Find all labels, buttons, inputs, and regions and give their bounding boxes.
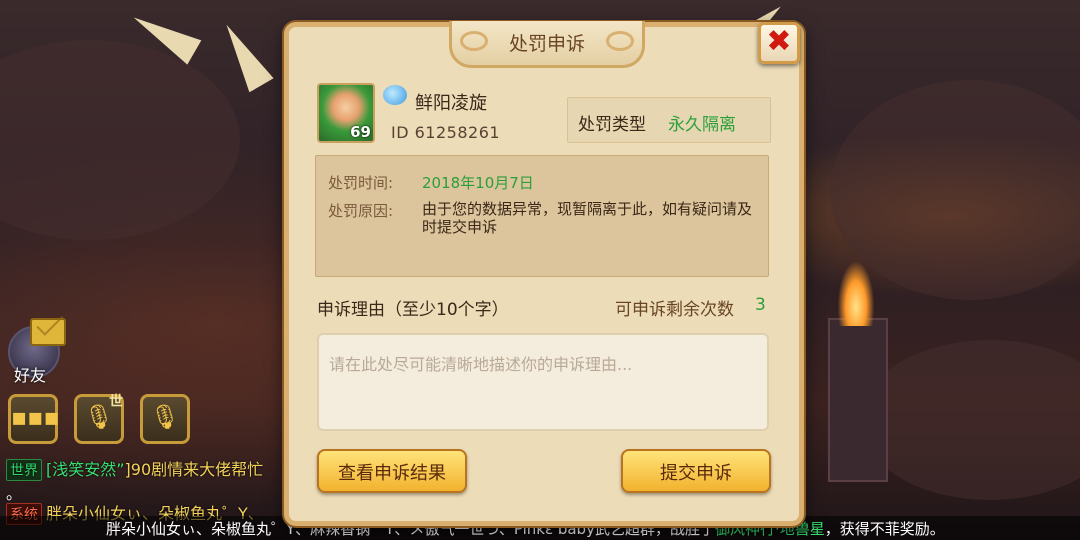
player-name: 鲜阳凌旋 [415, 93, 487, 114]
close-button[interactable]: ✖ [758, 22, 800, 64]
submit-appeal-button[interactable]: 提交申诉 [621, 449, 771, 493]
penalty-reason-value: 由于您的数据异常，现暂隔离于此，如有疑问请及时提交申诉 [422, 200, 753, 236]
mail-icon[interactable] [30, 318, 66, 346]
remaining-appeals-label: 可申诉剩余次数 [615, 300, 734, 320]
microphone-flag-icon: 🎙 [149, 403, 181, 431]
player-avatar: 69 [317, 83, 375, 143]
player-level: 69 [350, 123, 371, 141]
torch-flame [838, 262, 874, 326]
appeal-reason-placeholder: 请在此处尽可能清晰地描述你的申诉理由... [329, 355, 633, 374]
remaining-appeals-count: 3 [755, 295, 766, 315]
chat-line: 世界 [浅笑安然”]90剧情来大佬帮忙 [6, 456, 263, 481]
appeal-reason-label: 申诉理由（至少10个字） [317, 300, 509, 320]
friends-label: 好友 [14, 366, 47, 385]
penalty-reason-label: 处罚原因: [328, 202, 394, 220]
server-badge-icon [383, 85, 407, 105]
channel-world-badge: 世界 [6, 459, 42, 481]
chat-button[interactable]: ▪▪▪ [8, 394, 60, 444]
chat-sender[interactable]: [浅笑安然” [46, 460, 125, 479]
world-voice-button[interactable]: 🎙 世 [74, 394, 124, 444]
penalty-type-box: 处罚类型 永久隔离 [567, 97, 771, 143]
penalty-time-value: 2018年10月7日 [422, 174, 534, 192]
dialog-title-tab: 处罚申诉 [449, 21, 645, 68]
penalty-info-box: 处罚时间: 2018年10月7日 处罚原因: 由于您的数据异常，现暂隔离于此，如… [315, 155, 769, 277]
view-appeal-result-button[interactable]: 查看申诉结果 [317, 449, 467, 493]
player-id: ID 61258261 [391, 123, 501, 142]
penalty-type-label: 处罚类型 [578, 115, 646, 135]
chat-message: ]90剧情来大佬帮忙 [124, 460, 264, 479]
penalty-appeal-dialog: 处罚申诉 69 鲜阳凌旋 ID 61258261 处罚类型 永久隔离 处罚时间:… [284, 21, 804, 526]
chat-bubble-icon: ▪▪▪ [11, 403, 60, 431]
view-appeal-result-label: 查看申诉结果 [338, 463, 446, 484]
team-voice-button[interactable]: 🎙 [140, 394, 190, 444]
submit-appeal-label: 提交申诉 [660, 463, 732, 484]
penalty-type-value: 永久隔离 [668, 115, 736, 135]
dialog-title: 处罚申诉 [508, 33, 585, 55]
world-tag: 世 [109, 394, 123, 410]
close-icon: ✖ [766, 24, 792, 59]
ticker-suffix: ，获得不菲奖励。 [824, 520, 945, 538]
penalty-time-label: 处罚时间: [328, 174, 394, 192]
appeal-reason-input[interactable]: 请在此处尽可能清晰地描述你的申诉理由... [317, 333, 769, 431]
